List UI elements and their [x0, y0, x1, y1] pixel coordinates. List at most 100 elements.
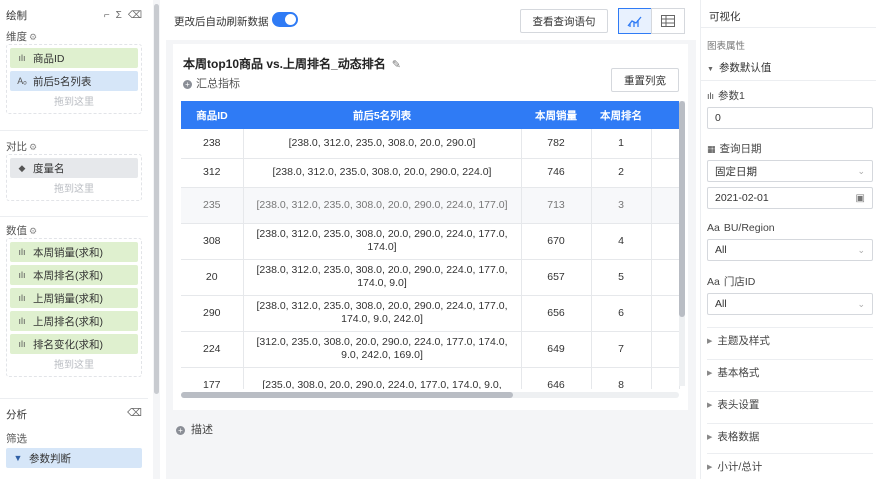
left-panel-title: 绘制 — [6, 9, 27, 22]
table-data-section[interactable]: ▶ 表格数据 — [707, 423, 873, 449]
table-row[interactable]: 290 [238.0, 312.0, 235.0, 308.0, 20.0, 29… — [181, 295, 680, 332]
chart-area: 更改后自动刷新数据 查看查询语句 本周top10商品 vs.上周排名_动态排名 ✎… — [166, 0, 696, 479]
values-label: 数值 — [6, 225, 27, 237]
values-section: 数值 ⚙ ılı 本周销量(求和) ılı 本周排名(求和) ılı 上周销量(求和) … — [6, 224, 142, 377]
dimension-drop-zone[interactable]: ılı 商品ID Aₒ 前后5名列表 拖到这里 — [6, 44, 142, 114]
compare-drop-zone[interactable]: ◆ 度量名 拖到这里 — [6, 154, 142, 201]
chart-properties-label: 图表属性 — [707, 41, 746, 52]
filter-section: 筛选 ▼ 参数判断 — [6, 432, 142, 471]
right-panel: 可视化 图表属性 ▼ 参数默认值 ılı 参数1 0 ▦ 查询日期 固定日期 ⌄ 202… — [700, 0, 876, 479]
subtotal-section[interactable]: ▶ 小计/总计 — [707, 453, 873, 479]
corner-icon[interactable]: ⌐ — [104, 10, 110, 21]
visualization-title: 可视化 — [709, 11, 741, 23]
field-pill[interactable]: ılı 本周排名(求和) — [10, 265, 138, 285]
filter-pill[interactable]: ▼ 参数判断 — [6, 448, 142, 468]
drop-hint: 拖到这里 — [54, 360, 94, 371]
column-header[interactable]: 本周排名 — [591, 101, 651, 129]
measure-icon: ılı — [18, 247, 26, 257]
measure-icon: ılı — [18, 293, 26, 303]
left-panel-header: 绘制 ⌐ Σ ⌫ — [6, 8, 142, 22]
caret-right-icon: ▶ — [707, 463, 713, 471]
table-view-button[interactable] — [651, 8, 685, 34]
description-toggle[interactable]: + 描述 — [176, 421, 213, 437]
filter-icon: ▼ — [13, 453, 23, 463]
eraser-icon[interactable]: ⌫ — [127, 407, 142, 422]
dimension-label: 维度 — [6, 31, 27, 43]
bu-region-group: Aa BU/Region All ⌄ — [707, 221, 873, 261]
table-horizontal-scrollbar[interactable] — [181, 392, 679, 398]
query-date-group: ▦ 查询日期 固定日期 ⌄ 2021-02-01 ▣ — [707, 142, 873, 209]
caret-right-icon: ▶ — [707, 337, 713, 345]
caret-right-icon: ▶ — [707, 401, 713, 409]
filter-label: 筛选 — [6, 433, 27, 445]
column-header[interactable]: 商品ID — [181, 101, 243, 129]
text-field-icon: Aa — [707, 276, 720, 288]
chevron-down-icon: ⌄ — [857, 298, 865, 309]
chevron-down-icon: ⌄ — [857, 244, 865, 255]
store-id-select[interactable]: All ⌄ — [707, 293, 873, 315]
analysis-label: 分析 — [6, 409, 27, 421]
settings-icon[interactable]: ⚙ — [29, 142, 37, 152]
eraser-icon[interactable]: ⌫ — [128, 10, 142, 21]
store-id-group: Aa 门店ID All ⌄ — [707, 275, 873, 315]
analysis-header: 分析 ⌫ — [6, 407, 142, 422]
field-pill[interactable]: ◆ 度量名 — [10, 158, 138, 178]
caret-down-icon: ▼ — [707, 66, 714, 73]
caret-right-icon: ▶ — [707, 369, 713, 377]
field-pill[interactable]: ılı 本周销量(求和) — [10, 242, 138, 262]
values-drop-zone[interactable]: ılı 本周销量(求和) ılı 本周排名(求和) ılı 上周销量(求和) ılı 上… — [6, 238, 142, 377]
toolbar: 更改后自动刷新数据 查看查询语句 — [166, 0, 696, 40]
store-id-label: 门店ID — [723, 276, 756, 288]
table-row[interactable]: 20 [238.0, 312.0, 235.0, 308.0, 20.0, 290… — [181, 259, 680, 296]
table-row[interactable]: 235 [238.0, 312.0, 235.0, 308.0, 20.0, 29… — [181, 187, 680, 224]
field-pill[interactable]: ılı 排名变化(求和) — [10, 334, 138, 354]
text-field-icon: Aₒ — [17, 76, 27, 86]
table-row[interactable]: 308 [238.0, 312.0, 235.0, 308.0, 20.0, 29… — [181, 223, 680, 260]
table-row[interactable]: 238 [238.0, 312.0, 235.0, 308.0, 20.0, 29… — [181, 129, 680, 159]
table-row[interactable]: 177 [235.0, 308.0, 20.0, 290.0, 224.0, 17… — [181, 367, 680, 389]
basic-format-section[interactable]: ▶ 基本格式 — [707, 359, 873, 385]
table-header-row: 商品ID 前后5名列表 本周销量 本周排名 — [181, 101, 679, 129]
left-panel: 绘制 ⌐ Σ ⌫ 维度 ⚙ ılı 商品ID Aₒ 前后5名列表 拖到这里 对比 ⚙ ◆… — [0, 0, 148, 479]
param1-input[interactable]: 0 — [707, 107, 873, 129]
measure-icon: ılı — [18, 270, 26, 280]
table-row[interactable]: 312 [238.0, 312.0, 235.0, 308.0, 20.0, 29… — [181, 158, 680, 188]
settings-icon[interactable]: ⚙ — [29, 226, 37, 236]
caret-right-icon: ▶ — [707, 433, 713, 441]
table-icon — [661, 15, 675, 27]
param-defaults-section[interactable]: ▼ 参数默认值 — [707, 60, 771, 75]
theme-style-section[interactable]: ▶ 主题及样式 — [707, 327, 873, 353]
sum-icon[interactable]: Σ — [116, 10, 122, 21]
compare-section: 对比 ⚙ ◆ 度量名 拖到这里 — [6, 140, 142, 201]
left-panel-scrollbar[interactable] — [153, 0, 160, 479]
data-table: 商品ID 前后5名列表 本周销量 本周排名 238 [238.0, 312.0, … — [181, 101, 680, 389]
auto-refresh-toggle[interactable] — [272, 12, 298, 27]
field-pill[interactable]: ılı 商品ID — [10, 48, 138, 68]
view-query-button[interactable]: 查看查询语句 — [520, 9, 608, 33]
drop-hint: 拖到这里 — [54, 184, 94, 195]
date-mode-select[interactable]: 固定日期 ⌄ — [707, 160, 873, 182]
text-field-icon: Aa — [707, 222, 720, 234]
date-input[interactable]: 2021-02-01 ▣ — [707, 187, 873, 209]
settings-icon[interactable]: ⚙ — [29, 32, 37, 42]
field-pill[interactable]: Aₒ 前后5名列表 — [10, 71, 138, 91]
field-pill[interactable]: ılı 上周销量(求和) — [10, 288, 138, 308]
param1-group: ılı 参数1 0 — [707, 89, 873, 129]
bu-region-label: BU/Region — [723, 222, 775, 234]
query-date-label: 查询日期 — [719, 143, 762, 155]
table-card: 本周top10商品 vs.上周排名_动态排名 ✎ + 汇总指标 重置列宽 商品ID … — [173, 44, 688, 410]
calendar-icon: ▦ — [707, 144, 716, 154]
table-row[interactable]: 224 [312.0, 235.0, 308.0, 20.0, 290.0, 22… — [181, 331, 680, 368]
table-vertical-scrollbar[interactable] — [679, 101, 685, 386]
measure-icon: ılı — [18, 316, 26, 326]
chart-view-button[interactable] — [618, 8, 652, 34]
column-header[interactable]: 前后5名列表 — [243, 101, 521, 129]
measure-icon: ılı — [18, 339, 26, 349]
field-pill[interactable]: ılı 上周排名(求和) — [10, 311, 138, 331]
bu-region-select[interactable]: All ⌄ — [707, 239, 873, 261]
measure-icon: ılı — [18, 53, 26, 63]
measure-icon: ılı — [707, 91, 715, 101]
column-header[interactable]: 本周销量 — [521, 101, 591, 129]
header-settings-section[interactable]: ▶ 表头设置 — [707, 391, 873, 417]
tag-icon: ◆ — [18, 162, 26, 173]
